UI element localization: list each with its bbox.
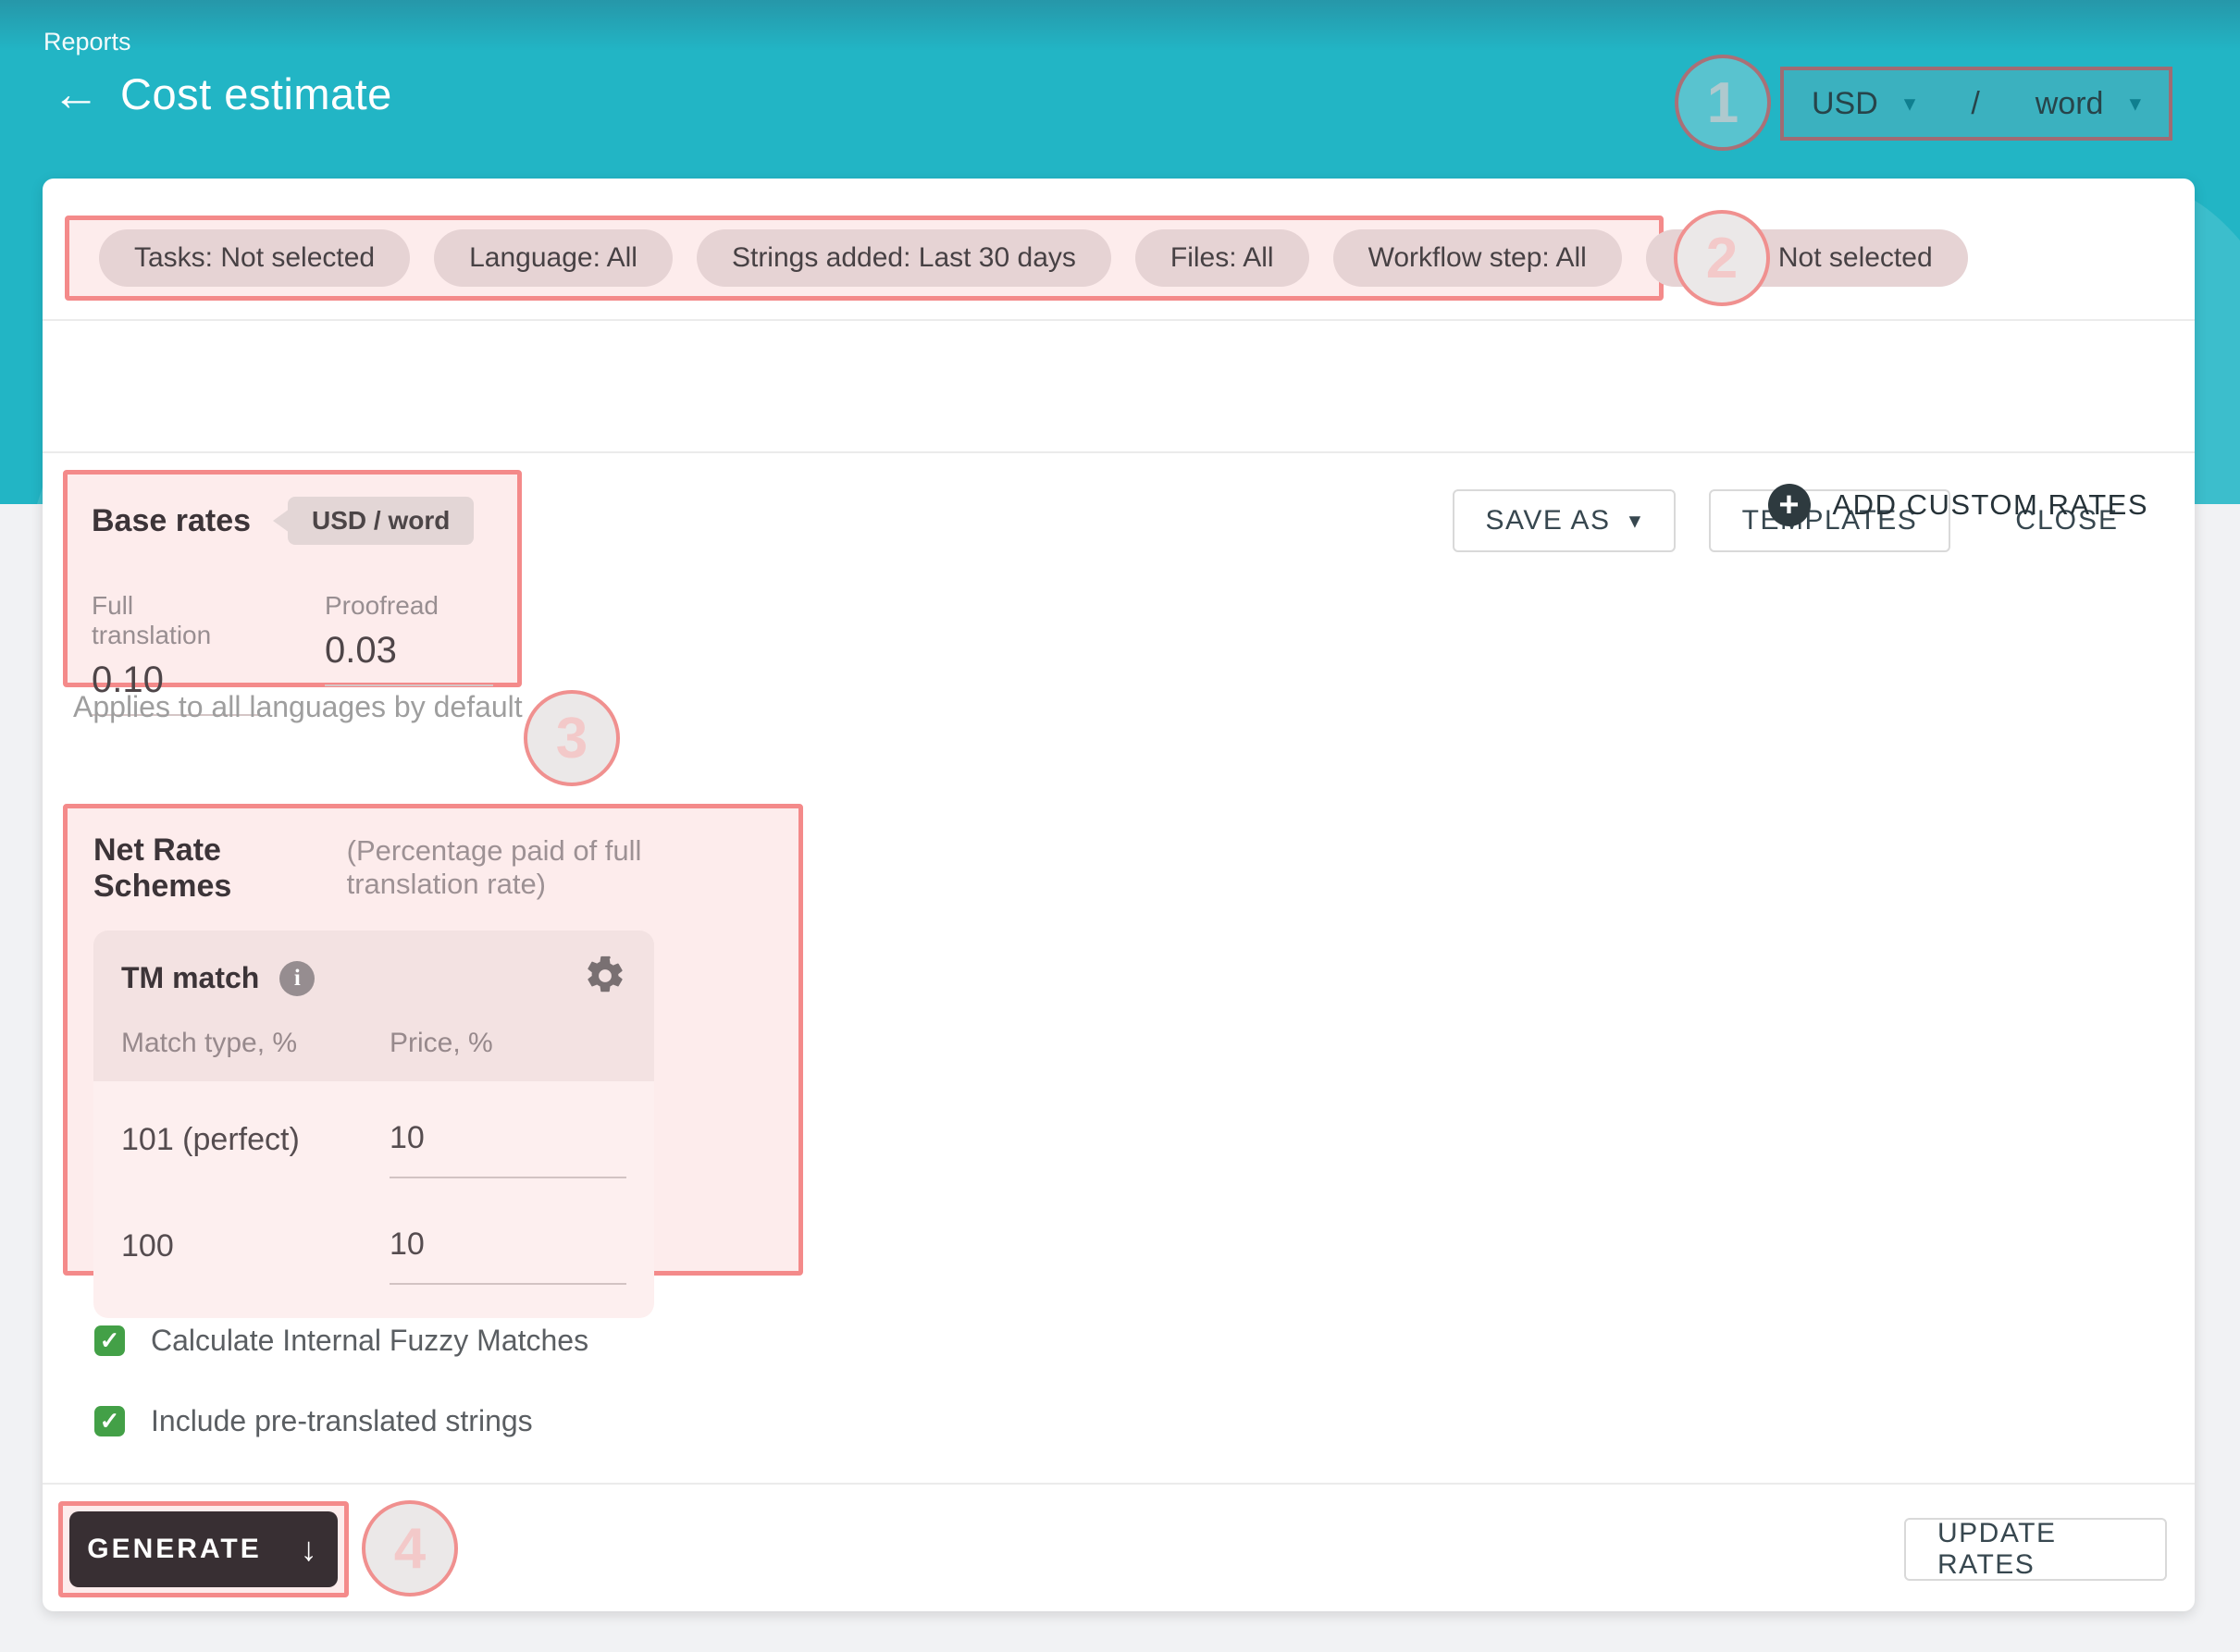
- include-pre-translated-strings-option[interactable]: ✓ Include pre-translated strings: [94, 1404, 588, 1438]
- breadcrumb[interactable]: Reports: [43, 28, 131, 56]
- filter-chip-strings-added[interactable]: Strings added: Last 30 days: [697, 229, 1111, 287]
- annotation-marker-1: 1: [1675, 55, 1771, 151]
- chevron-down-icon: ▾: [1904, 90, 1916, 117]
- filter-chip-language[interactable]: Language: All: [434, 229, 673, 287]
- base-rates-title: Base rates: [92, 503, 251, 539]
- checkbox-checked-icon[interactable]: ✓: [94, 1406, 125, 1436]
- divider: [43, 319, 2195, 321]
- generate-annotation-box: GENERATE ↓: [58, 1501, 349, 1597]
- tm-match-row: 100 10: [121, 1227, 626, 1285]
- base-rates-note: Applies to all languages by default: [73, 690, 523, 724]
- filter-chip-tasks[interactable]: Tasks: Not selected: [99, 229, 410, 287]
- generate-button[interactable]: GENERATE ↓: [69, 1511, 338, 1587]
- match-type-value: 100: [121, 1227, 390, 1264]
- currency-unit-separator: /: [1915, 86, 2035, 122]
- currency-unit-badge: USD / word: [288, 497, 474, 545]
- update-rates-label: UPDATE RATES: [1937, 1518, 2134, 1581]
- divider: [43, 451, 2195, 453]
- option-label: Calculate Internal Fuzzy Matches: [151, 1324, 588, 1358]
- proofread-label: Proofread: [325, 591, 493, 621]
- base-rates-annotation-box: Base rates USD / word Full translation 0…: [63, 470, 522, 687]
- update-rates-button[interactable]: UPDATE RATES: [1904, 1518, 2167, 1581]
- currency-unit-annotation-box: USD ▾ / word ▾: [1780, 67, 2172, 141]
- tm-match-card: TM match i Match type, % Price, %: [93, 931, 654, 1318]
- option-label: Include pre-translated strings: [151, 1404, 533, 1438]
- checkbox-checked-icon[interactable]: ✓: [94, 1325, 125, 1356]
- footer-divider: [43, 1483, 2195, 1485]
- page-title: Cost estimate: [120, 68, 392, 119]
- download-arrow-icon: ↓: [301, 1530, 320, 1569]
- plus-icon: +: [1768, 484, 1811, 526]
- price-input[interactable]: 10: [390, 1120, 626, 1178]
- price-column-header: Price, %: [390, 1028, 493, 1059]
- add-custom-rates-button[interactable]: + ADD CUSTOM RATES: [1768, 484, 2149, 526]
- currency-select[interactable]: USD ▾: [1812, 86, 1915, 122]
- save-as-label: SAVE AS: [1486, 505, 1611, 536]
- proofread-input[interactable]: 0.03: [325, 630, 493, 686]
- filter-chip-files[interactable]: Files: All: [1135, 229, 1309, 287]
- add-custom-rates-label: ADD CUSTOM RATES: [1833, 488, 2149, 522]
- match-type-column-header: Match type, %: [121, 1028, 390, 1059]
- annotation-marker-4: 4: [362, 1500, 458, 1597]
- full-translation-label: Full translation: [92, 591, 260, 650]
- save-as-button[interactable]: SAVE AS ▾: [1453, 489, 1676, 552]
- tm-match-row: 101 (perfect) 10: [121, 1120, 626, 1178]
- gear-icon[interactable]: [584, 955, 626, 1002]
- annotation-marker-2: 2: [1674, 210, 1770, 306]
- filter-chip-workflow-step[interactable]: Workflow step: All: [1333, 229, 1622, 287]
- cost-estimate-page: Reports ← Cost estimate 1 USD ▾ / word ▾…: [0, 0, 2240, 1652]
- report-settings-card: Tasks: Not selected Language: All String…: [43, 179, 2195, 1611]
- info-icon[interactable]: i: [279, 961, 315, 996]
- chevron-down-icon: ▾: [2129, 90, 2141, 117]
- annotation-marker-3: 3: [524, 690, 620, 786]
- price-input[interactable]: 10: [390, 1227, 626, 1285]
- tm-match-title: TM match: [121, 961, 259, 995]
- currency-value: USD: [1812, 86, 1878, 122]
- net-rate-schemes-annotation-box: Net Rate Schemes (Percentage paid of ful…: [63, 804, 803, 1276]
- back-arrow-icon[interactable]: ←: [52, 70, 100, 118]
- calculate-internal-fuzzy-matches-option[interactable]: ✓ Calculate Internal Fuzzy Matches: [94, 1324, 588, 1358]
- net-rate-schemes-subtitle: (Percentage paid of full translation rat…: [347, 834, 773, 901]
- generate-label: GENERATE: [87, 1534, 261, 1565]
- filters-annotation-box: Tasks: Not selected Language: All String…: [65, 216, 1664, 301]
- unit-select[interactable]: word ▾: [2036, 86, 2141, 122]
- match-type-value: 101 (perfect): [121, 1120, 390, 1158]
- net-rate-schemes-title: Net Rate Schemes: [93, 832, 327, 905]
- chevron-down-icon: ▾: [1629, 507, 1642, 535]
- unit-value: word: [2036, 86, 2104, 122]
